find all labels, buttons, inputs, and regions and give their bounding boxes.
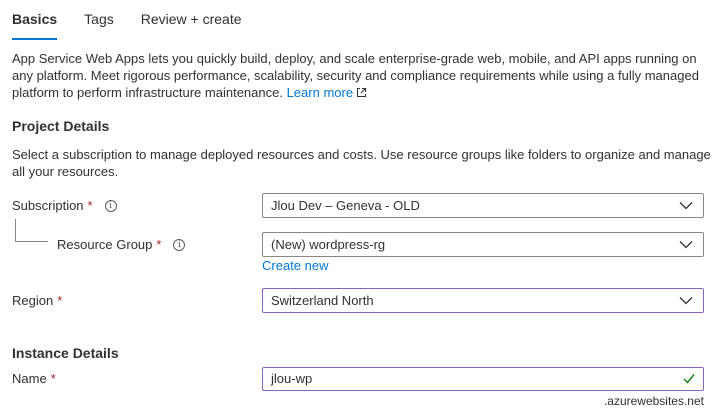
external-link-icon xyxy=(357,88,367,97)
required-marker: * xyxy=(50,371,56,386)
region-label: Region * xyxy=(12,293,63,308)
project-details-text: Select a subscription to manage deployed… xyxy=(12,147,711,179)
resource-group-value: (New) wordpress-rg xyxy=(271,237,386,252)
domain-suffix: .azurewebsites.net xyxy=(603,394,704,408)
tab-review-create[interactable]: Review + create xyxy=(141,11,242,41)
tab-bar: Basics Tags Review + create xyxy=(12,11,269,41)
project-details-heading: Project Details xyxy=(12,118,110,134)
info-icon[interactable]: i xyxy=(173,238,186,251)
tab-basics[interactable]: Basics xyxy=(12,11,58,41)
region-select[interactable]: Switzerland North xyxy=(262,288,704,313)
name-value: jlou-wp xyxy=(271,371,313,386)
checkmark-icon xyxy=(683,374,695,384)
chevron-down-icon xyxy=(679,297,693,305)
info-icon[interactable]: i xyxy=(104,199,117,212)
create-new-link[interactable]: Create new xyxy=(262,258,328,273)
required-marker: * xyxy=(57,293,63,308)
subscription-label: Subscription * i xyxy=(12,198,117,213)
resource-group-select[interactable]: (New) wordpress-rg xyxy=(262,232,704,257)
region-value: Switzerland North xyxy=(271,293,374,308)
chevron-down-icon xyxy=(679,241,693,249)
description: App Service Web Apps lets you quickly bu… xyxy=(12,50,712,101)
tab-tags[interactable]: Tags xyxy=(84,11,114,41)
instance-details-heading: Instance Details xyxy=(12,345,119,361)
learn-more-link[interactable]: Learn more xyxy=(287,85,367,100)
tree-connector xyxy=(15,219,48,242)
subscription-value: Jlou Dev – Geneva - OLD xyxy=(271,198,420,213)
name-input[interactable]: jlou-wp xyxy=(262,367,704,391)
chevron-down-icon xyxy=(679,202,693,210)
required-marker: * xyxy=(156,237,162,252)
required-marker: * xyxy=(87,198,93,213)
name-label: Name * xyxy=(12,371,56,386)
subscription-select[interactable]: Jlou Dev – Geneva - OLD xyxy=(262,193,704,218)
resource-group-label: Resource Group * i xyxy=(57,237,186,252)
